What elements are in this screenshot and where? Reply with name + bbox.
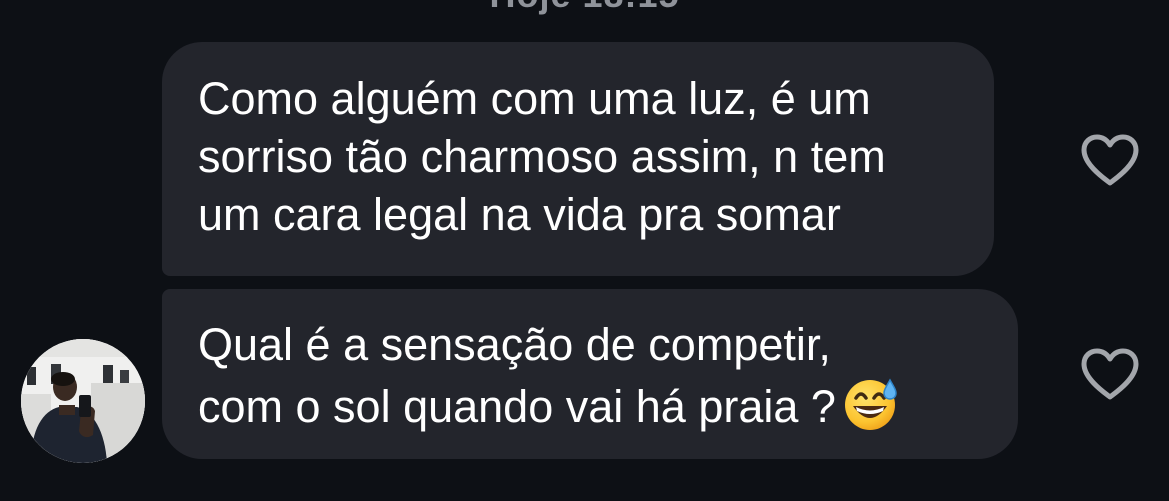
message-text-line: com o sol quando vai há praia ? [198, 374, 982, 446]
chat-screen: Hoje 18:15 Como alguém com uma luz, é um… [0, 0, 1169, 501]
message-text: com o sol quando vai há praia ? [198, 381, 836, 432]
message-text-line: sorriso tão charmoso assim, n tem [198, 131, 886, 182]
message-bubble[interactable]: Qual é a sensação de competir, com o sol… [162, 289, 1018, 459]
message-bubble[interactable]: Como alguém com uma luz, é um sorriso tã… [162, 42, 994, 276]
user-avatar-photo [21, 339, 145, 463]
avatar[interactable] [21, 339, 145, 463]
grinning-face-with-sweat-emoji [844, 378, 897, 430]
heart-outline-icon[interactable] [1079, 346, 1141, 402]
message-timestamp: Hoje 18:15 [0, 0, 1169, 16]
message-text-line: Qual é a sensação de competir, [198, 319, 831, 370]
grinning-face-with-sweat-icon [842, 374, 900, 446]
message-text-line: Como alguém com uma luz, é um [198, 73, 871, 124]
heart-outline-icon[interactable] [1079, 132, 1141, 188]
message-text-line: um cara legal na vida pra somar [198, 189, 841, 240]
